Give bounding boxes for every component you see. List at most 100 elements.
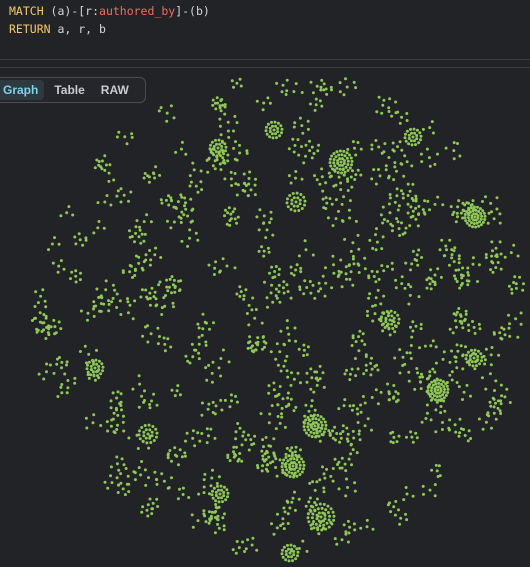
graph-node[interactable]	[92, 374, 96, 378]
graph-node[interactable]	[173, 284, 177, 288]
graph-node[interactable]	[150, 286, 154, 290]
graph-node[interactable]	[266, 469, 270, 473]
graph-node[interactable]	[405, 160, 409, 164]
graph-node[interactable]	[202, 512, 206, 516]
graph-node[interactable]	[213, 101, 217, 105]
graph-node[interactable]	[401, 196, 405, 200]
graph-node[interactable]	[269, 217, 273, 221]
graph-node[interactable]	[414, 324, 418, 328]
graph-node[interactable]	[429, 287, 433, 291]
graph-node[interactable]	[499, 252, 503, 256]
graph-node[interactable]	[285, 473, 289, 477]
graph-node[interactable]	[455, 381, 459, 384]
graph-node[interactable]	[394, 390, 398, 394]
graph-node[interactable]	[308, 496, 312, 500]
graph-node[interactable]	[393, 311, 397, 314]
graph-node[interactable]	[397, 204, 401, 208]
graph-node[interactable]	[420, 420, 424, 424]
graph-node[interactable]	[231, 548, 235, 552]
graph-node[interactable]	[138, 225, 142, 229]
graph-node[interactable]	[269, 291, 273, 295]
graph-node[interactable]	[399, 162, 403, 166]
graph-node[interactable]	[279, 124, 283, 128]
graph-node[interactable]	[400, 282, 404, 286]
graph-node[interactable]	[340, 285, 344, 289]
graph-node[interactable]	[146, 174, 150, 178]
graph-node[interactable]	[139, 473, 143, 477]
graph-node[interactable]	[189, 180, 193, 184]
graph-node[interactable]	[271, 136, 275, 140]
graph-node[interactable]	[234, 551, 238, 555]
graph-node[interactable]	[411, 214, 415, 218]
graph-node[interactable]	[152, 392, 156, 396]
graph-node[interactable]	[212, 148, 216, 151]
graph-node[interactable]	[400, 189, 403, 193]
graph-node[interactable]	[434, 361, 438, 365]
graph-node[interactable]	[482, 211, 486, 215]
graph-node[interactable]	[378, 174, 382, 178]
graph-node[interactable]	[380, 151, 384, 155]
graph-node[interactable]	[424, 417, 428, 420]
graph-node[interactable]	[150, 434, 154, 438]
graph-node[interactable]	[216, 496, 220, 500]
graph-node[interactable]	[375, 110, 379, 114]
graph-node[interactable]	[349, 442, 353, 446]
graph-node[interactable]	[96, 226, 100, 230]
graph-node[interactable]	[458, 154, 462, 158]
graph-node[interactable]	[287, 174, 291, 178]
graph-node[interactable]	[321, 197, 325, 201]
graph-node[interactable]	[318, 364, 322, 368]
graph-node[interactable]	[148, 436, 152, 440]
graph-node[interactable]	[205, 427, 209, 431]
graph-node[interactable]	[288, 449, 292, 453]
graph-node[interactable]	[456, 215, 459, 219]
graph-node[interactable]	[178, 289, 181, 293]
graph-node[interactable]	[190, 342, 194, 346]
graph-node[interactable]	[141, 505, 145, 509]
graph-node[interactable]	[142, 220, 146, 224]
graph-node[interactable]	[458, 417, 462, 421]
graph-node[interactable]	[442, 390, 446, 394]
graph-node[interactable]	[266, 246, 270, 250]
graph-node[interactable]	[413, 387, 417, 391]
graph-node[interactable]	[414, 431, 418, 435]
graph-node[interactable]	[217, 366, 221, 370]
graph-node[interactable]	[180, 210, 184, 214]
graph-node[interactable]	[130, 132, 134, 136]
graph-node[interactable]	[499, 383, 503, 387]
graph-node[interactable]	[495, 196, 499, 200]
graph-node[interactable]	[115, 455, 119, 459]
graph-node[interactable]	[314, 503, 318, 507]
graph-node[interactable]	[291, 464, 295, 468]
graph-node[interactable]	[342, 159, 346, 163]
graph-node[interactable]	[77, 232, 81, 236]
graph-node[interactable]	[351, 283, 355, 287]
graph-node[interactable]	[132, 470, 136, 474]
graph-node[interactable]	[266, 122, 270, 126]
graph-node[interactable]	[499, 267, 503, 271]
graph-node[interactable]	[433, 273, 437, 277]
graph-node[interactable]	[115, 428, 119, 431]
graph-node[interactable]	[294, 405, 298, 409]
graph-node[interactable]	[268, 101, 272, 105]
graph-node[interactable]	[123, 493, 127, 497]
graph-node[interactable]	[99, 424, 103, 427]
graph-node[interactable]	[270, 522, 273, 526]
graph-node[interactable]	[167, 194, 170, 198]
graph-node[interactable]	[408, 351, 412, 355]
graph-node[interactable]	[273, 120, 277, 124]
graph-node[interactable]	[290, 371, 293, 375]
graph-node[interactable]	[319, 415, 323, 419]
graph-node[interactable]	[443, 387, 447, 391]
graph-node[interactable]	[334, 217, 338, 221]
graph-node[interactable]	[344, 265, 348, 269]
graph-node[interactable]	[297, 347, 301, 351]
graph-node[interactable]	[454, 268, 458, 272]
graph-node[interactable]	[60, 366, 63, 370]
graph-node[interactable]	[490, 240, 494, 244]
graph-node[interactable]	[274, 132, 277, 136]
graph-node[interactable]	[89, 373, 93, 377]
graph-node[interactable]	[431, 367, 435, 371]
graph-node[interactable]	[374, 182, 378, 186]
graph-node[interactable]	[206, 170, 210, 174]
